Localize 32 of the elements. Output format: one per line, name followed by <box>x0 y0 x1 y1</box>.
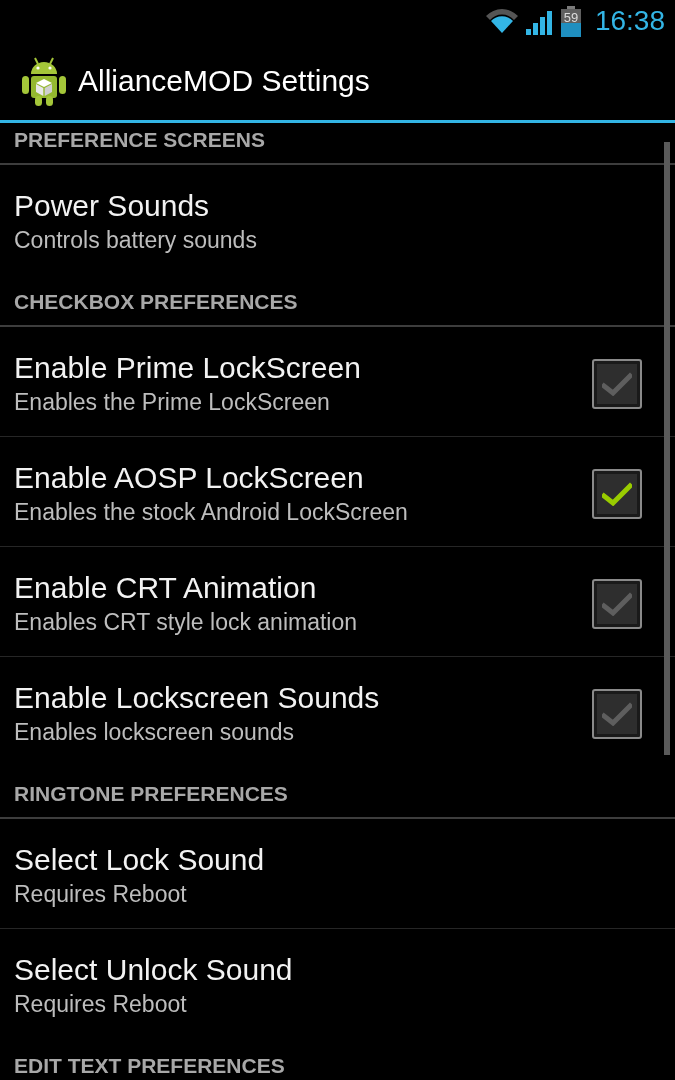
checkmark-icon <box>602 591 632 616</box>
preference-summary: Enables the stock Android LockScreen <box>14 499 409 526</box>
clock-time: 16:38 <box>594 5 665 37</box>
battery-indicator: 59 <box>560 5 581 37</box>
checkbox[interactable] <box>592 578 642 629</box>
app-title: AllianceMOD Settings <box>78 63 370 99</box>
preference-title[interactable]: Select Unlock Sound <box>14 952 642 987</box>
checkbox[interactable] <box>592 358 642 409</box>
preference-summary: Controls battery sounds <box>14 227 258 254</box>
preference-title[interactable]: Select Lock Sound <box>14 842 642 877</box>
section-header: PREFERENCE SCREENS <box>14 128 265 152</box>
checkmark-icon <box>602 371 632 396</box>
checkbox[interactable] <box>592 468 642 519</box>
preference-title[interactable]: Power Sounds <box>14 188 642 223</box>
preference-title[interactable]: Enable AOSP LockScreen <box>14 460 592 495</box>
checkmark-icon <box>602 702 632 726</box>
preference-summary: Enables the Prime LockScreen <box>14 389 331 416</box>
preference-summary: Enables CRT style lock animation <box>14 609 359 636</box>
robot-icon <box>20 56 68 106</box>
preference-title[interactable]: Enable CRT Animation <box>14 570 592 605</box>
preference-title[interactable]: Enable Prime LockScreen <box>14 350 592 385</box>
preference-summary: Requires Reboot <box>14 991 188 1018</box>
checkmark-icon <box>602 481 632 506</box>
section-header: EDIT TEXT PREFERENCES <box>14 1054 285 1078</box>
section-header: CHECKBOX PREFERENCES <box>14 290 298 314</box>
preference-title[interactable]: Enable Lockscreen Sounds <box>14 680 592 715</box>
wifi-icon <box>485 9 518 33</box>
signal-icon <box>525 11 553 35</box>
checkbox[interactable] <box>592 689 642 739</box>
section-header: RINGTONE PREFERENCES <box>14 782 288 806</box>
preference-summary: Requires Reboot <box>14 881 188 908</box>
preference-summary: Enables lockscreen sounds <box>14 719 295 746</box>
